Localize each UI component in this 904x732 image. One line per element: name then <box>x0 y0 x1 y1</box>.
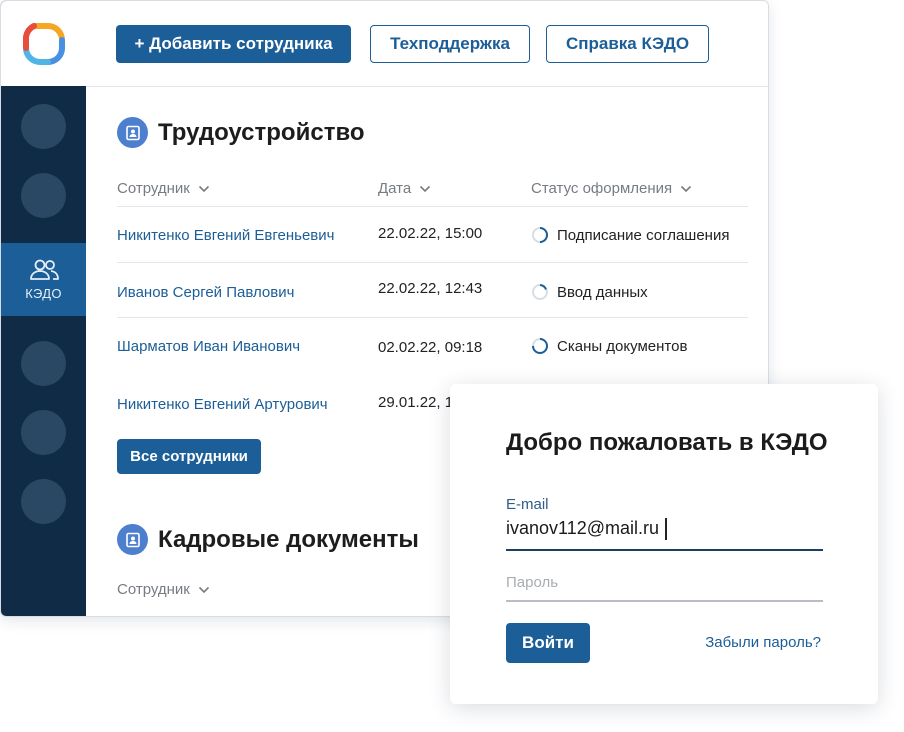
sidebar: КЭДО <box>1 1 86 616</box>
login-card: Добро пожаловать в КЭДО E-mail ivanov112… <box>450 384 878 704</box>
sidebar-item-4[interactable] <box>21 341 66 386</box>
row-date: 22.02.22, 12:43 <box>378 280 483 297</box>
column-header-status[interactable]: Статус оформления <box>531 180 692 197</box>
users-icon <box>29 259 59 280</box>
email-field[interactable]: ivanov112@mail.ru <box>506 518 659 539</box>
column-header-label: Статус оформления <box>531 180 673 197</box>
email-label: E-mail <box>506 496 549 513</box>
row-date: 22.02.22, 15:00 <box>378 225 483 242</box>
divider <box>117 206 748 207</box>
employee-name-link[interactable]: Никитенко Евгений Евгеньевич <box>117 227 334 244</box>
sidebar-item-6[interactable] <box>21 479 66 524</box>
password-field[interactable]: Пароль <box>506 574 558 591</box>
badge-icon <box>117 117 148 148</box>
row-date: 02.02.22, 09:18 <box>378 339 483 356</box>
column-header-date[interactable]: Дата <box>378 180 431 197</box>
row-status: Сканы документов <box>531 337 687 355</box>
row-date: 29.01.22, 15 <box>378 394 462 411</box>
logo[interactable] <box>1 1 86 86</box>
section-title-text: Трудоустройство <box>158 118 365 146</box>
column-header-employee[interactable]: Сотрудник <box>117 180 210 197</box>
top-toolbar: + Добавить сотрудника Техподдержка Справ… <box>86 1 768 87</box>
help-button[interactable]: Справка КЭДО <box>546 25 709 63</box>
text-caret <box>665 518 667 540</box>
employee-name-link[interactable]: Иванов Сергей Павлович <box>117 284 294 301</box>
column-header-label: Дата <box>378 180 412 197</box>
sidebar-item-2[interactable] <box>21 173 66 218</box>
kedo-logo-icon <box>22 22 65 65</box>
chevron-down-icon <box>198 185 209 192</box>
column-header-employee[interactable]: Сотрудник <box>117 581 210 598</box>
section-title-text: Кадровые документы <box>158 525 419 553</box>
progress-spinner-icon <box>532 338 548 354</box>
hr-docs-section-title: Кадровые документы <box>117 524 419 555</box>
employee-name-link[interactable]: Никитенко Евгений Артурович <box>117 396 328 413</box>
column-header-label: Сотрудник <box>117 581 190 598</box>
chevron-down-icon <box>198 586 209 593</box>
support-button[interactable]: Техподдержка <box>370 25 530 63</box>
progress-spinner-icon <box>532 284 548 300</box>
status-text: Подписание соглашения <box>557 226 730 244</box>
sidebar-item-1[interactable] <box>21 104 66 149</box>
column-header-label: Сотрудник <box>117 180 190 197</box>
progress-spinner-icon <box>532 227 548 243</box>
login-title: Добро пожаловать в КЭДО <box>506 429 828 456</box>
employee-name-link[interactable]: Шарматов Иван Иванович <box>117 338 300 355</box>
row-status: Подписание соглашения <box>531 226 729 244</box>
status-text: Сканы документов <box>557 337 688 355</box>
password-underline <box>506 600 823 602</box>
sidebar-item-kedo[interactable]: КЭДО <box>1 243 86 316</box>
row-status: Ввод данных <box>531 283 648 301</box>
all-employees-button[interactable]: Все сотрудники <box>117 439 261 474</box>
divider <box>117 317 748 318</box>
forgot-password-link[interactable]: Забыли пароль? <box>705 634 821 651</box>
sidebar-item-label: КЭДО <box>25 286 62 301</box>
status-text: Ввод данных <box>557 283 648 301</box>
email-underline <box>506 549 823 551</box>
sidebar-item-5[interactable] <box>21 410 66 455</box>
add-employee-button[interactable]: + Добавить сотрудника <box>116 25 351 63</box>
employment-section-title: Трудоустройство <box>117 117 365 148</box>
divider <box>117 262 748 263</box>
chevron-down-icon <box>420 185 431 192</box>
chevron-down-icon <box>681 185 692 192</box>
badge-icon <box>117 524 148 555</box>
login-button[interactable]: Войти <box>506 623 590 663</box>
